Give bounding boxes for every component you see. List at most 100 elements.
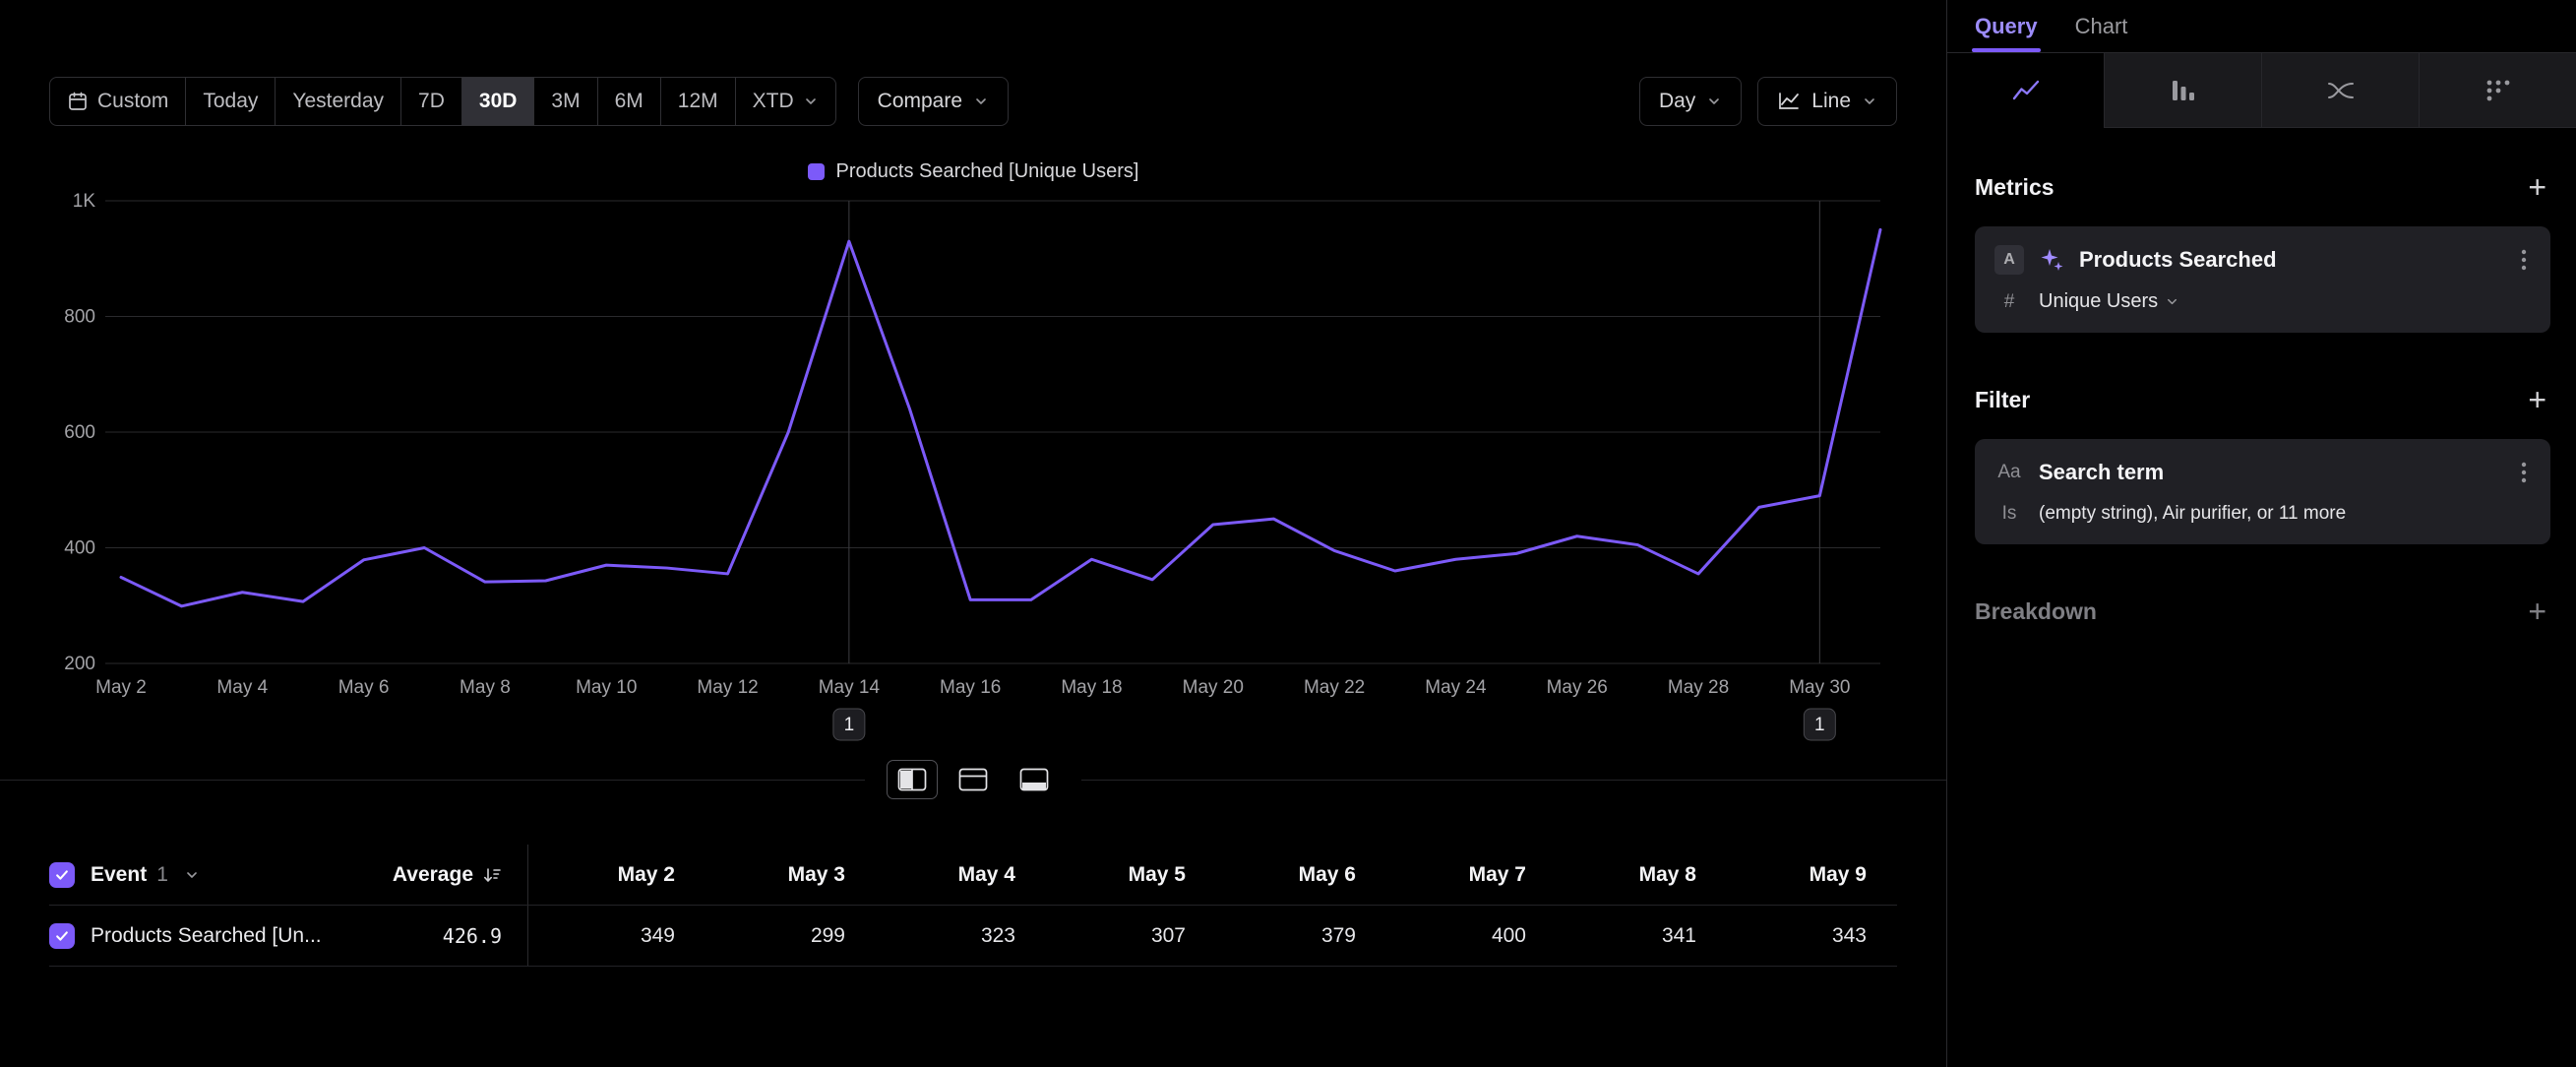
date-column-headers: May 2May 3May 4May 5May 6May 7May 8May 9 bbox=[528, 863, 1890, 887]
compare-label: Compare bbox=[878, 90, 962, 113]
range-label: 3M bbox=[551, 90, 580, 113]
chart-type-label: Line bbox=[1811, 90, 1851, 113]
table-only-icon bbox=[1019, 768, 1049, 791]
layout-table-only-button[interactable] bbox=[1009, 760, 1060, 799]
select-all-checkbox[interactable] bbox=[49, 862, 75, 888]
svg-text:600: 600 bbox=[64, 422, 95, 443]
funnels-bars-icon bbox=[2169, 77, 2198, 104]
svg-text:800: 800 bbox=[64, 307, 95, 328]
table-header-row: Event 1 Average May 2May 3May 4May 5May … bbox=[49, 845, 1897, 906]
legend-label: Products Searched [Unique Users] bbox=[836, 160, 1139, 183]
chevron-down-icon bbox=[2165, 294, 2179, 309]
column-header[interactable]: May 3 bbox=[699, 863, 869, 887]
results-table: Event 1 Average May 2May 3May 4May 5May … bbox=[49, 845, 1897, 967]
svg-text:May 18: May 18 bbox=[1061, 677, 1122, 698]
range-label: 7D bbox=[418, 90, 445, 113]
svg-text:May 6: May 6 bbox=[338, 677, 390, 698]
tab-flows[interactable] bbox=[2261, 53, 2419, 128]
sort-icon[interactable] bbox=[482, 865, 502, 885]
range-30d[interactable]: 30D bbox=[462, 78, 535, 125]
column-header[interactable]: May 2 bbox=[528, 863, 699, 887]
line-chart[interactable]: 2004006008001KMay 2May 4May 6May 8May 10… bbox=[44, 183, 1894, 754]
range-custom[interactable]: Custom bbox=[50, 78, 186, 125]
chart-type-button[interactable]: Line bbox=[1757, 77, 1897, 126]
add-breakdown-button[interactable]: + bbox=[2524, 596, 2550, 627]
svg-text:May 24: May 24 bbox=[1425, 677, 1487, 698]
tab-chart[interactable]: Chart bbox=[2075, 0, 2128, 52]
average-header-label: Average bbox=[393, 863, 473, 887]
filter-card[interactable]: Aa Search term Is (empty string), Air pu… bbox=[1975, 439, 2550, 544]
range-7d[interactable]: 7D bbox=[401, 78, 462, 125]
column-header[interactable]: May 4 bbox=[869, 863, 1039, 887]
svg-text:1: 1 bbox=[1814, 715, 1825, 735]
toolbar: Custom Today Yesterday 7D 30D 3M 6M 12M XTD Comp… bbox=[49, 77, 1897, 126]
column-header[interactable]: May 5 bbox=[1039, 863, 1209, 887]
add-filter-button[interactable]: + bbox=[2524, 384, 2550, 415]
filter-property-name[interactable]: Search term bbox=[2039, 460, 2502, 485]
cell-value: 400 bbox=[1380, 924, 1550, 948]
column-header[interactable]: May 8 bbox=[1550, 863, 1720, 887]
cell-value: 379 bbox=[1209, 924, 1380, 948]
flows-icon bbox=[2326, 77, 2356, 104]
column-header[interactable]: May 9 bbox=[1720, 863, 1890, 887]
range-label: Today bbox=[203, 90, 258, 113]
chevron-down-icon bbox=[803, 94, 819, 109]
tab-funnels[interactable] bbox=[2104, 53, 2261, 128]
layout-chart-only-button[interactable] bbox=[948, 760, 999, 799]
range-label: XTD bbox=[753, 90, 794, 113]
svg-text:May 16: May 16 bbox=[940, 677, 1001, 698]
range-6m[interactable]: 6M bbox=[598, 78, 661, 125]
metric-aggregation-row: # Unique Users bbox=[1994, 290, 2531, 313]
granularity-button[interactable]: Day bbox=[1639, 77, 1742, 126]
range-yesterday[interactable]: Yesterday bbox=[276, 78, 401, 125]
chevron-down-icon[interactable] bbox=[184, 867, 200, 883]
average-header-cell[interactable]: Average bbox=[344, 845, 528, 905]
metric-event-name[interactable]: Products Searched bbox=[2079, 247, 2502, 273]
event-header-cell: Event 1 bbox=[49, 862, 344, 888]
column-header[interactable]: May 6 bbox=[1209, 863, 1380, 887]
cell-value: 307 bbox=[1039, 924, 1209, 948]
panel-tabs: Query Chart bbox=[1947, 0, 2576, 53]
svg-text:May 28: May 28 bbox=[1668, 677, 1729, 698]
query-builder: Metrics + A Products Searched # bbox=[1947, 128, 2576, 651]
tab-insights[interactable] bbox=[1947, 53, 2104, 128]
layout-split-view-button[interactable] bbox=[887, 760, 938, 799]
insights-line-chart-icon bbox=[2011, 77, 2041, 104]
chevron-down-icon bbox=[1706, 94, 1722, 109]
aggregation-selector[interactable]: Unique Users bbox=[2039, 290, 2179, 313]
compare-button[interactable]: Compare bbox=[858, 77, 1009, 126]
tab-retention[interactable] bbox=[2419, 53, 2576, 128]
range-label: Custom bbox=[97, 90, 168, 113]
chart-only-icon bbox=[958, 768, 988, 791]
tab-query[interactable]: Query bbox=[1975, 0, 2038, 52]
range-label: Yesterday bbox=[292, 90, 384, 113]
filter-section-head: Filter + bbox=[1975, 384, 2550, 415]
date-range-group: Custom Today Yesterday 7D 30D 3M 6M 12M XTD bbox=[49, 77, 836, 126]
range-label: 6M bbox=[615, 90, 644, 113]
filter-values[interactable]: (empty string), Air purifier, or 11 more bbox=[2039, 503, 2346, 525]
filter-operator[interactable]: Is bbox=[1994, 503, 2024, 525]
kebab-menu-icon[interactable] bbox=[2517, 244, 2531, 276]
range-xtd[interactable]: XTD bbox=[736, 78, 835, 125]
svg-text:May 14: May 14 bbox=[819, 677, 881, 698]
kebab-menu-icon[interactable] bbox=[2517, 457, 2531, 488]
chart-legend: Products Searched [Unique Users] bbox=[0, 159, 1946, 183]
metric-card-main: A Products Searched bbox=[1994, 244, 2531, 276]
column-header[interactable]: May 7 bbox=[1380, 863, 1550, 887]
chevron-down-icon bbox=[1862, 94, 1877, 109]
calendar-icon bbox=[67, 91, 89, 112]
number-type-icon: # bbox=[1994, 291, 2024, 313]
range-today[interactable]: Today bbox=[186, 78, 276, 125]
add-metric-button[interactable]: + bbox=[2524, 171, 2550, 203]
metric-card[interactable]: A Products Searched # Unique Users bbox=[1975, 226, 2550, 333]
toolbar-right: Day Line bbox=[1639, 77, 1897, 126]
svg-text:May 22: May 22 bbox=[1304, 677, 1365, 698]
row-checkbox[interactable] bbox=[49, 923, 75, 949]
range-3m[interactable]: 3M bbox=[534, 78, 597, 125]
filter-condition-row: Is (empty string), Air purifier, or 11 m… bbox=[1994, 503, 2531, 525]
range-12m[interactable]: 12M bbox=[661, 78, 736, 125]
aggregation-label: Unique Users bbox=[2039, 290, 2158, 313]
svg-text:400: 400 bbox=[64, 538, 95, 559]
filter-title: Filter bbox=[1975, 387, 2030, 413]
event-header-label: Event bbox=[91, 863, 147, 887]
